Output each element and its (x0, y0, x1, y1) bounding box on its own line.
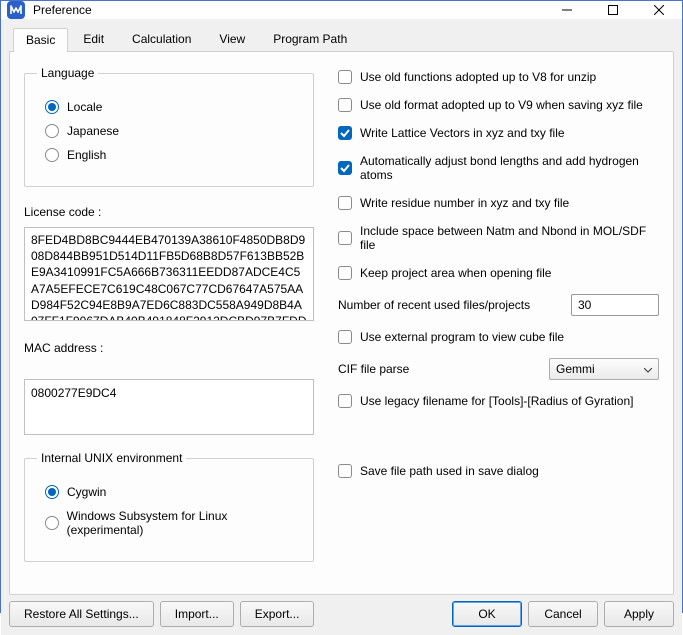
checkbox-icon (338, 126, 352, 140)
checkbox-icon (338, 330, 352, 344)
minimize-button[interactable] (544, 1, 590, 19)
radio-cygwin[interactable]: Cygwin (45, 485, 301, 499)
checkbox-icon (338, 196, 352, 210)
app-icon (7, 1, 25, 19)
radio-japanese[interactable]: Japanese (45, 124, 301, 138)
check-label: Write Lattice Vectors in xyz and txy fil… (360, 126, 565, 140)
mac-label: MAC address : (24, 341, 314, 355)
radio-icon (45, 100, 59, 114)
language-group: Language Locale Japanese English (24, 66, 314, 187)
checkbox-icon (338, 231, 352, 245)
checkbox-icon (338, 394, 352, 408)
check-external-cube[interactable]: Use external program to view cube file (338, 330, 659, 344)
check-label: Keep project area when opening file (360, 266, 551, 280)
mac-address-input[interactable] (24, 379, 314, 435)
check-label: Save file path used in save dialog (360, 464, 539, 478)
check-label: Use legacy filename for [Tools]-[Radius … (360, 394, 633, 408)
recent-label: Number of recent used files/projects (338, 298, 530, 312)
select-value: Gemmi (556, 362, 595, 376)
check-save-path[interactable]: Save file path used in save dialog (338, 464, 659, 478)
check-legacy-gyration[interactable]: Use legacy filename for [Tools]-[Radius … (338, 394, 659, 408)
window-title: Preference (33, 3, 544, 17)
check-auto-bond[interactable]: Automatically adjust bond lengths and ad… (338, 154, 659, 182)
export-button[interactable]: Export... (240, 601, 315, 627)
radio-icon (45, 148, 59, 162)
radio-locale[interactable]: Locale (45, 100, 301, 114)
checkbox-icon (338, 161, 352, 175)
check-label: Use old format adopted up to V9 when sav… (360, 98, 643, 112)
radio-label: Windows Subsystem for Linux (experimenta… (67, 509, 301, 537)
import-button[interactable]: Import... (160, 601, 234, 627)
checkbox-icon (338, 464, 352, 478)
tab-basic[interactable]: Basic (13, 28, 68, 52)
check-label: Include space between Natm and Nbond in … (360, 224, 659, 252)
tab-calculation[interactable]: Calculation (119, 27, 204, 51)
radio-icon (45, 124, 59, 138)
checkbox-icon (338, 70, 352, 84)
license-code-input[interactable] (24, 227, 314, 321)
radio-label: Japanese (67, 124, 119, 138)
check-label: Use old functions adopted up to V8 for u… (360, 70, 596, 84)
check-old-unzip[interactable]: Use old functions adopted up to V8 for u… (338, 70, 659, 84)
radio-label: Cygwin (67, 485, 106, 499)
restore-button[interactable]: Restore All Settings... (9, 601, 154, 627)
check-keep-area[interactable]: Keep project area when opening file (338, 266, 659, 280)
tab-edit[interactable]: Edit (70, 27, 117, 51)
close-button[interactable] (636, 1, 682, 19)
tab-program-path[interactable]: Program Path (260, 27, 360, 51)
unix-legend: Internal UNIX environment (37, 451, 186, 465)
maximize-button[interactable] (590, 1, 636, 19)
ok-button[interactable]: OK (452, 601, 522, 627)
apply-button[interactable]: Apply (604, 601, 674, 627)
radio-wsl[interactable]: Windows Subsystem for Linux (experimenta… (45, 509, 301, 537)
radio-label: Locale (67, 100, 102, 114)
radio-label: English (67, 148, 106, 162)
recent-count-input[interactable] (571, 294, 659, 316)
radio-icon (45, 516, 59, 530)
license-label: License code : (24, 205, 314, 219)
tab-view[interactable]: View (206, 27, 258, 51)
unix-group: Internal UNIX environment Cygwin Windows… (24, 451, 314, 562)
cancel-button[interactable]: Cancel (528, 601, 598, 627)
titlebar: Preference (1, 1, 682, 19)
radio-icon (45, 485, 59, 499)
check-label: Use external program to view cube file (360, 330, 564, 344)
check-residue[interactable]: Write residue number in xyz and txy file (338, 196, 659, 210)
language-legend: Language (37, 66, 98, 80)
check-label: Write residue number in xyz and txy file (360, 196, 569, 210)
check-natm[interactable]: Include space between Natm and Nbond in … (338, 224, 659, 252)
cif-select[interactable]: Gemmi (549, 358, 659, 380)
check-lattice[interactable]: Write Lattice Vectors in xyz and txy fil… (338, 126, 659, 140)
radio-english[interactable]: English (45, 148, 301, 162)
check-old-xyz[interactable]: Use old format adopted up to V9 when sav… (338, 98, 659, 112)
checkbox-icon (338, 98, 352, 112)
chevron-down-icon (644, 362, 652, 376)
checkbox-icon (338, 266, 352, 280)
check-label: Automatically adjust bond lengths and ad… (360, 154, 659, 182)
cif-label: CIF file parse (338, 362, 409, 376)
